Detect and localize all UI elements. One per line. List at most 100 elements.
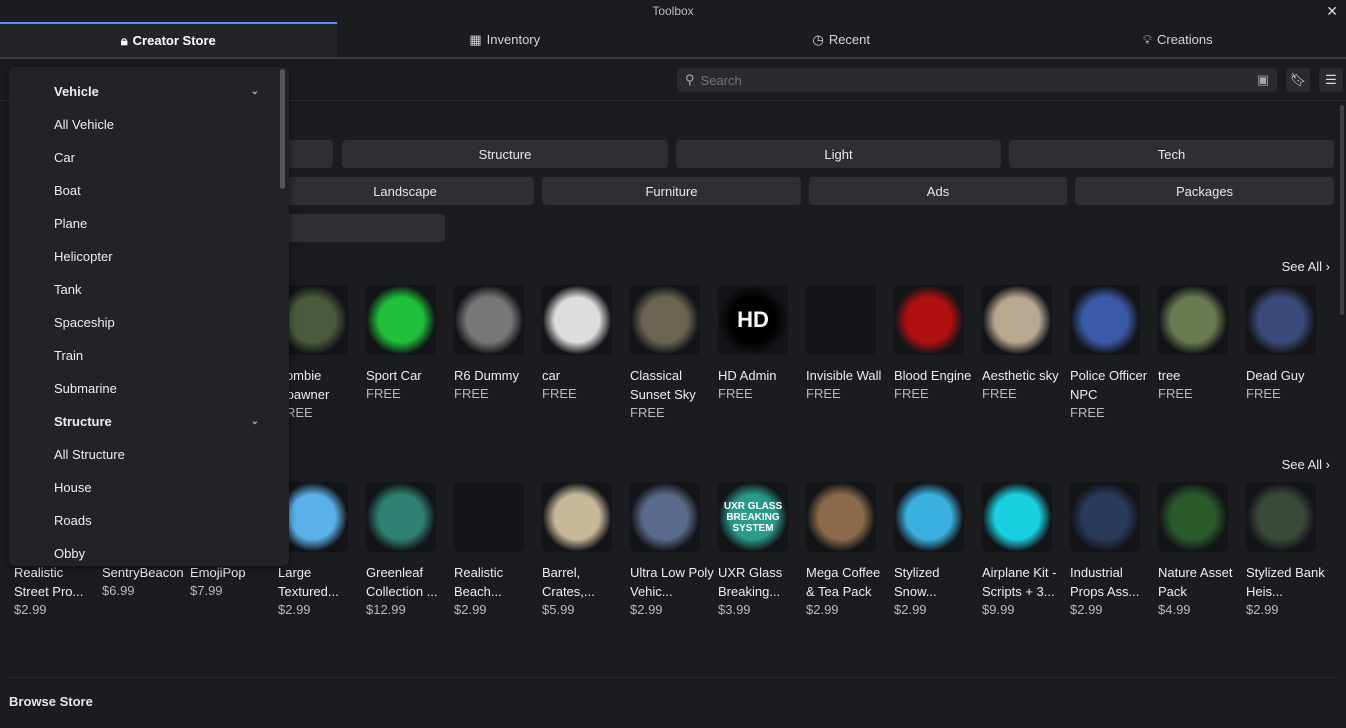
category-light[interactable]: Light bbox=[676, 140, 1001, 168]
asset-card[interactable]: Zombie Spawner FREE bbox=[278, 285, 362, 422]
asset-card[interactable]: car FREE bbox=[542, 285, 626, 403]
dropdown-item[interactable]: House bbox=[9, 471, 289, 504]
asset-thumbnail[interactable] bbox=[454, 285, 524, 355]
asset-name[interactable]: Ultra Low Poly Vehic... bbox=[630, 563, 714, 601]
dropdown-item[interactable]: Plane bbox=[9, 207, 289, 240]
tab-recent[interactable]: ◷ Recent bbox=[673, 22, 1010, 57]
asset-name[interactable]: UXR Glass Breaking... bbox=[718, 563, 802, 601]
close-icon[interactable]: ✕ bbox=[1326, 0, 1338, 22]
asset-thumbnail[interactable] bbox=[1158, 285, 1228, 355]
asset-thumbnail[interactable]: UXR GLASS BREAKING SYSTEM bbox=[718, 482, 788, 552]
asset-thumbnail[interactable]: HD bbox=[718, 285, 788, 355]
asset-card[interactable]: Large Textured... $2.99 bbox=[278, 482, 362, 619]
asset-thumbnail[interactable] bbox=[982, 482, 1052, 552]
asset-card[interactable]: Mega Coffee & Tea Pack $2.99 bbox=[806, 482, 890, 619]
asset-card[interactable]: Realistic Beach... $2.99 bbox=[454, 482, 538, 619]
dropdown-item[interactable]: Submarine bbox=[9, 372, 289, 405]
tab-inventory[interactable]: ▦ Inventory bbox=[336, 22, 673, 57]
asset-thumbnail[interactable] bbox=[630, 285, 700, 355]
filter-button[interactable]: ☰ bbox=[1319, 68, 1343, 92]
asset-name[interactable]: Aesthetic sky bbox=[982, 366, 1066, 385]
asset-thumbnail[interactable] bbox=[894, 285, 964, 355]
asset-thumbnail[interactable] bbox=[1246, 285, 1316, 355]
tab-creations[interactable]: 💡︎ Creations bbox=[1009, 22, 1346, 57]
asset-thumbnail[interactable] bbox=[366, 285, 436, 355]
asset-thumbnail[interactable] bbox=[806, 482, 876, 552]
dropdown-item[interactable]: Roads bbox=[9, 504, 289, 537]
asset-name[interactable]: Greenleaf Collection ... bbox=[366, 563, 450, 601]
dropdown-item[interactable]: Obby bbox=[9, 537, 289, 566]
see-all-link[interactable]: See All › bbox=[1282, 457, 1330, 472]
asset-name[interactable]: Dead Guy bbox=[1246, 366, 1330, 385]
image-search-icon[interactable]: ▣ bbox=[1257, 72, 1269, 88]
asset-name[interactable]: Realistic Street Pro... bbox=[14, 563, 98, 601]
asset-thumbnail[interactable] bbox=[1158, 482, 1228, 552]
dropdown-section-header[interactable]: Structure ⌄ bbox=[9, 405, 289, 438]
asset-card[interactable]: UXR GLASS BREAKING SYSTEM UXR Glass Brea… bbox=[718, 482, 802, 619]
asset-name[interactable]: Blood Engine bbox=[894, 366, 978, 385]
asset-card[interactable]: Barrel, Crates,... $5.99 bbox=[542, 482, 626, 619]
asset-name[interactable]: tree bbox=[1158, 366, 1242, 385]
tab-creator-store[interactable]: 🔒︎ Creator Store bbox=[0, 22, 337, 57]
asset-card[interactable]: Police Officer NPC FREE bbox=[1070, 285, 1154, 422]
asset-card[interactable]: Airplane Kit - Scripts + 3... $9.99 bbox=[982, 482, 1066, 619]
asset-card[interactable]: tree FREE bbox=[1158, 285, 1242, 403]
asset-name[interactable]: Zombie Spawner bbox=[278, 366, 362, 404]
asset-name[interactable]: HD Admin bbox=[718, 366, 802, 385]
asset-name[interactable]: Airplane Kit - Scripts + 3... bbox=[982, 563, 1066, 601]
asset-thumbnail[interactable] bbox=[894, 482, 964, 552]
asset-card[interactable]: Invisible Wall FREE bbox=[806, 285, 890, 403]
asset-name[interactable]: Industrial Props Ass... bbox=[1070, 563, 1154, 601]
asset-card[interactable]: Nature Asset Pack $4.99 bbox=[1158, 482, 1242, 619]
asset-name[interactable]: Sport Car bbox=[366, 366, 450, 385]
dropdown-item[interactable]: Tank bbox=[9, 273, 289, 306]
asset-name[interactable]: Stylized Bank Heis... bbox=[1246, 563, 1330, 601]
asset-thumbnail[interactable] bbox=[1070, 285, 1140, 355]
asset-name[interactable]: Stylized Snow... bbox=[894, 563, 978, 601]
asset-name[interactable]: Classical Sunset Sky bbox=[630, 366, 714, 404]
asset-card[interactable]: R6 Dummy FREE bbox=[454, 285, 538, 403]
asset-name[interactable]: Mega Coffee & Tea Pack bbox=[806, 563, 890, 601]
dropdown-item[interactable]: Helicopter bbox=[9, 240, 289, 273]
bookmark-button[interactable]: 🔖︎ bbox=[1286, 68, 1310, 92]
asset-name[interactable]: Nature Asset Pack bbox=[1158, 563, 1242, 601]
category-landscape[interactable]: Landscape bbox=[276, 177, 534, 205]
asset-name[interactable]: Barrel, Crates,... bbox=[542, 563, 626, 601]
asset-name[interactable]: car bbox=[542, 366, 626, 385]
asset-thumbnail[interactable] bbox=[982, 285, 1052, 355]
asset-card[interactable]: HD HD Admin FREE bbox=[718, 285, 802, 403]
dropdown-item[interactable]: All Structure bbox=[9, 438, 289, 471]
asset-card[interactable]: Dead Guy FREE bbox=[1246, 285, 1330, 403]
asset-name[interactable]: Large Textured... bbox=[278, 563, 362, 601]
dropdown-scrollbar[interactable] bbox=[280, 69, 285, 189]
asset-thumbnail[interactable] bbox=[366, 482, 436, 552]
search-box[interactable]: ⚲▣ bbox=[677, 68, 1277, 92]
dropdown-section-header[interactable]: Vehicle ⌄ bbox=[9, 75, 289, 108]
asset-thumbnail[interactable] bbox=[454, 482, 524, 552]
asset-thumbnail[interactable] bbox=[1246, 482, 1316, 552]
asset-card[interactable]: Aesthetic sky FREE bbox=[982, 285, 1066, 403]
category-structure[interactable]: Structure bbox=[342, 140, 668, 168]
asset-thumbnail[interactable] bbox=[630, 482, 700, 552]
scrollbar[interactable] bbox=[1340, 105, 1344, 315]
dropdown-item[interactable]: Spaceship bbox=[9, 306, 289, 339]
category-furniture[interactable]: Furniture bbox=[542, 177, 801, 205]
asset-thumbnail[interactable] bbox=[542, 482, 612, 552]
asset-card[interactable]: Stylized Bank Heis... $2.99 bbox=[1246, 482, 1330, 619]
asset-name[interactable]: Realistic Beach... bbox=[454, 563, 538, 601]
asset-thumbnail[interactable] bbox=[1070, 482, 1140, 552]
dropdown-item[interactable]: All Vehicle bbox=[9, 108, 289, 141]
asset-name[interactable]: Police Officer NPC bbox=[1070, 366, 1154, 404]
dropdown-item[interactable]: Boat bbox=[9, 174, 289, 207]
asset-card[interactable]: Blood Engine FREE bbox=[894, 285, 978, 403]
dropdown-item[interactable]: Car bbox=[9, 141, 289, 174]
asset-name[interactable]: R6 Dummy bbox=[454, 366, 538, 385]
asset-card[interactable]: Stylized Snow... $2.99 bbox=[894, 482, 978, 619]
see-all-link[interactable]: See All › bbox=[1282, 259, 1330, 274]
category-packages[interactable]: Packages bbox=[1075, 177, 1334, 205]
asset-thumbnail[interactable] bbox=[542, 285, 612, 355]
asset-card[interactable]: Ultra Low Poly Vehic... $2.99 bbox=[630, 482, 714, 619]
asset-thumbnail[interactable] bbox=[806, 285, 876, 355]
asset-card[interactable]: Classical Sunset Sky FREE bbox=[630, 285, 714, 422]
asset-name[interactable]: Invisible Wall bbox=[806, 366, 890, 385]
